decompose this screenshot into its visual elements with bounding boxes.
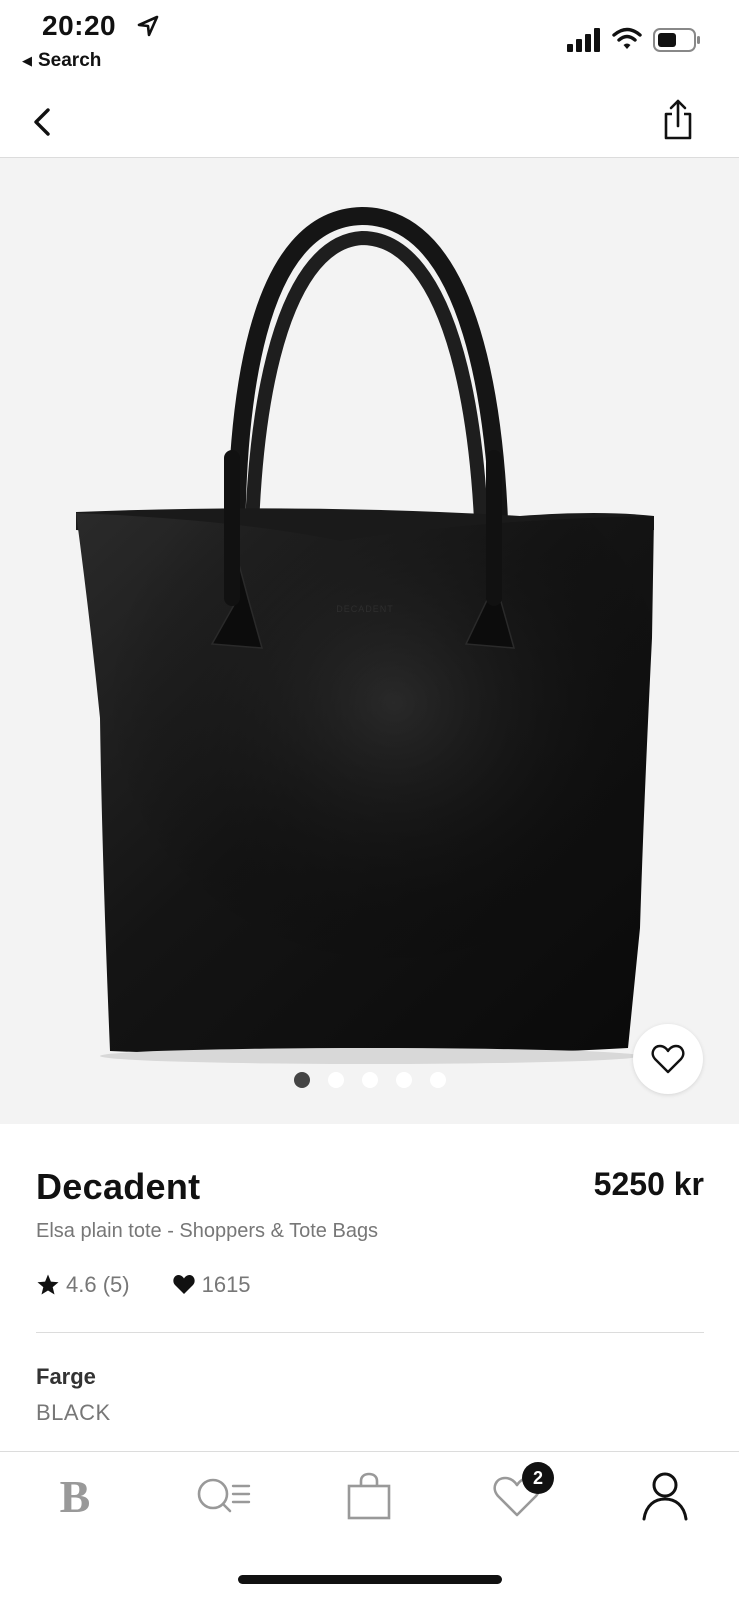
tab-search[interactable]: [188, 1466, 258, 1526]
gallery-pagination[interactable]: [0, 1072, 739, 1088]
heart-filled-icon: [172, 1275, 195, 1294]
search-list-icon: [197, 1478, 251, 1513]
bag-imprint: DECADENT: [336, 604, 394, 614]
signal-icon: [567, 28, 600, 52]
tab-profile[interactable]: [630, 1466, 700, 1526]
tab-home[interactable]: B: [40, 1466, 110, 1526]
pagination-dot[interactable]: [293, 1072, 310, 1088]
likes: 1615: [172, 1272, 251, 1298]
product-stats: 4.6 (5) 1615: [36, 1272, 293, 1298]
product-subtitle: Elsa plain tote - Shoppers & Tote Bags: [36, 1220, 379, 1242]
chevron-left-icon[interactable]: [28, 104, 56, 140]
likes-count: 1615: [201, 1272, 251, 1297]
pagination-dot[interactable]: [361, 1072, 378, 1088]
share-icon[interactable]: [662, 98, 694, 142]
product-price: 5250 kr: [593, 1166, 704, 1202]
nav-bar: [0, 90, 739, 158]
favorite-button[interactable]: [633, 1024, 703, 1094]
color-value[interactable]: BLACK: [36, 1400, 111, 1426]
brand-logo-icon: B: [59, 1470, 91, 1522]
favorites-badge: 2: [522, 1462, 554, 1494]
product-gallery[interactable]: DECADENT: [0, 158, 739, 1124]
heart-outline-icon: [651, 1044, 685, 1074]
pagination-dot[interactable]: [429, 1072, 446, 1088]
status-bar: 20:20 ◀ Search: [0, 0, 739, 80]
wifi-icon: [612, 27, 642, 49]
back-to-app-link[interactable]: ◀ Search: [22, 50, 101, 72]
star-icon: [37, 1274, 59, 1295]
back-triangle-icon: ◀: [22, 53, 32, 68]
divider: [36, 1332, 704, 1333]
tab-favorites[interactable]: 2: [482, 1462, 554, 1526]
product-image[interactable]: DECADENT: [0, 158, 739, 1124]
status-time: 20:20: [42, 10, 117, 41]
pagination-dot[interactable]: [327, 1072, 344, 1088]
back-app-label: Search: [38, 50, 102, 71]
pagination-dot[interactable]: [395, 1072, 412, 1088]
battery-icon: [653, 28, 700, 52]
shopping-bag-icon: [347, 1472, 391, 1520]
product-brand[interactable]: Decadent: [36, 1166, 200, 1208]
home-indicator: [238, 1575, 502, 1584]
location-arrow-icon: [137, 15, 159, 37]
tab-bag[interactable]: [334, 1466, 404, 1526]
color-label: Farge: [36, 1364, 96, 1389]
rating[interactable]: 4.6 (5): [36, 1272, 130, 1298]
rating-value: 4.6 (5): [66, 1272, 130, 1297]
user-icon: [642, 1472, 688, 1521]
